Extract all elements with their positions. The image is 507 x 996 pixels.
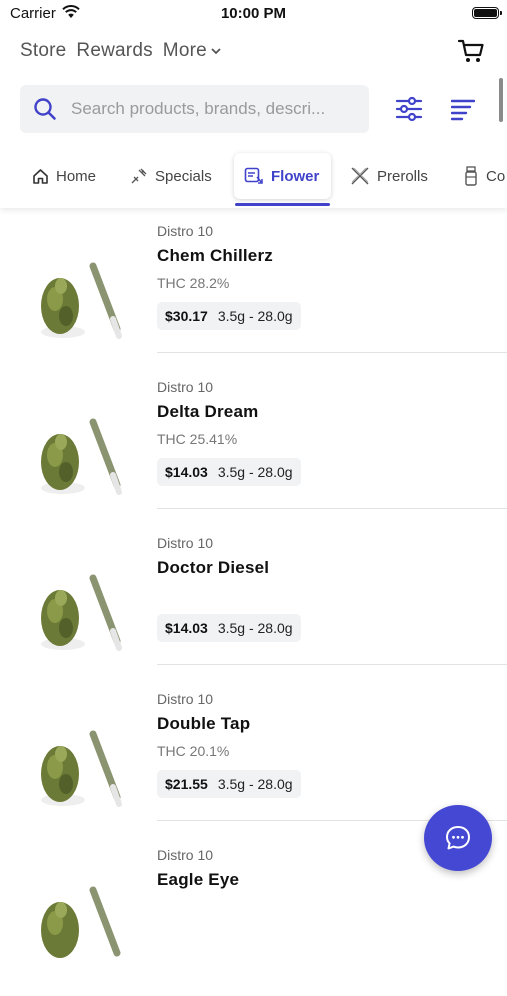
chevron-down-icon xyxy=(211,48,221,55)
tab-home[interactable]: Home xyxy=(32,153,96,199)
product-card[interactable]: Distro 10 Delta Dream THC 25.41% $14.03 … xyxy=(0,372,507,528)
product-card[interactable]: Distro 10 Doctor Diesel $14.03 3.5g - 28… xyxy=(0,528,507,684)
cart-icon xyxy=(457,39,484,62)
filter-sliders-icon xyxy=(395,96,423,122)
sort-icon xyxy=(450,99,476,121)
product-name: Chem Chillerz xyxy=(157,246,273,265)
tab-specials-label: Specials xyxy=(155,167,212,185)
tab-concentrates[interactable]: Co xyxy=(463,153,505,199)
product-name: Double Tap xyxy=(157,714,251,733)
home-icon xyxy=(33,168,48,184)
tab-prerolls[interactable]: Prerolls xyxy=(350,153,428,199)
concentrates-icon xyxy=(465,166,477,186)
category-tabs: Home Specials Flower Prerolls Co xyxy=(0,150,507,208)
product-weights: 3.5g - 28.0g xyxy=(217,620,293,636)
product-price: $14.03 xyxy=(165,620,208,636)
nav-more-label: More xyxy=(162,40,207,61)
scroll-indicator xyxy=(499,78,503,122)
product-price: $21.55 xyxy=(165,776,208,792)
status-bar: Carrier 10:00 PM xyxy=(0,0,507,28)
price-badge: $21.55 3.5g - 28.0g xyxy=(157,770,301,798)
product-thc: THC 25.41% xyxy=(157,431,238,447)
product-brand: Distro 10 xyxy=(157,535,214,551)
price-badge: $30.17 3.5g - 28.0g xyxy=(157,302,301,330)
price-badge: $14.03 3.5g - 28.0g xyxy=(157,614,301,642)
tab-home-label: Home xyxy=(56,167,97,185)
flower-icon xyxy=(244,167,263,184)
nav-rewards[interactable]: Rewards xyxy=(76,38,152,64)
product-name: Eagle Eye xyxy=(157,870,240,889)
active-tab-indicator xyxy=(235,203,330,206)
tab-specials[interactable]: Specials xyxy=(130,153,212,199)
product-price: $30.17 xyxy=(165,308,208,324)
product-thc: THC 28.2% xyxy=(157,275,230,291)
product-brand: Distro 10 xyxy=(157,379,214,395)
product-brand: Distro 10 xyxy=(157,847,214,863)
status-time: 10:00 PM xyxy=(220,5,287,22)
top-nav: Store Rewards More xyxy=(20,38,221,64)
nav-store[interactable]: Store xyxy=(20,38,66,64)
product-card[interactable]: Distro 10 Eagle Eye xyxy=(0,840,507,996)
divider xyxy=(157,352,507,353)
search-bar[interactable]: Search products, brands, descri... xyxy=(20,85,369,133)
product-image xyxy=(41,574,122,651)
product-image xyxy=(41,418,122,495)
battery-icon xyxy=(472,7,502,19)
product-name: Doctor Diesel xyxy=(157,558,270,577)
sort-button[interactable] xyxy=(450,97,476,121)
specials-icon xyxy=(131,168,147,184)
nav-more[interactable]: More xyxy=(163,38,221,64)
search-placeholder[interactable]: Search products, brands, descri... xyxy=(71,99,361,119)
product-card[interactable]: Distro 10 Chem Chillerz THC 28.2% $30.17… xyxy=(0,216,507,372)
chat-bubble-icon xyxy=(446,826,470,850)
tab-flower-label: Flower xyxy=(271,167,320,185)
product-price: $14.03 xyxy=(165,464,208,480)
cart-button[interactable] xyxy=(457,38,485,64)
product-brand: Distro 10 xyxy=(157,691,214,707)
product-thc: THC 20.1% xyxy=(157,743,230,759)
product-weights: 3.5g - 28.0g xyxy=(217,464,293,480)
tab-flower[interactable]: Flower xyxy=(234,153,331,199)
search-icon xyxy=(34,98,56,120)
product-image xyxy=(41,886,121,958)
tab-concentrates-label: Co xyxy=(486,167,506,185)
product-image xyxy=(41,730,122,807)
divider xyxy=(157,508,507,509)
product-brand: Distro 10 xyxy=(157,223,214,239)
product-weights: 3.5g - 28.0g xyxy=(217,308,293,324)
product-image xyxy=(41,262,122,339)
divider xyxy=(157,664,507,665)
prerolls-icon xyxy=(351,167,369,185)
product-name: Delta Dream xyxy=(157,402,259,421)
tab-prerolls-label: Prerolls xyxy=(377,167,428,185)
product-weights: 3.5g - 28.0g xyxy=(217,776,293,792)
price-badge: $14.03 3.5g - 28.0g xyxy=(157,458,301,486)
filter-button[interactable] xyxy=(395,95,423,123)
chat-button[interactable] xyxy=(424,805,492,871)
